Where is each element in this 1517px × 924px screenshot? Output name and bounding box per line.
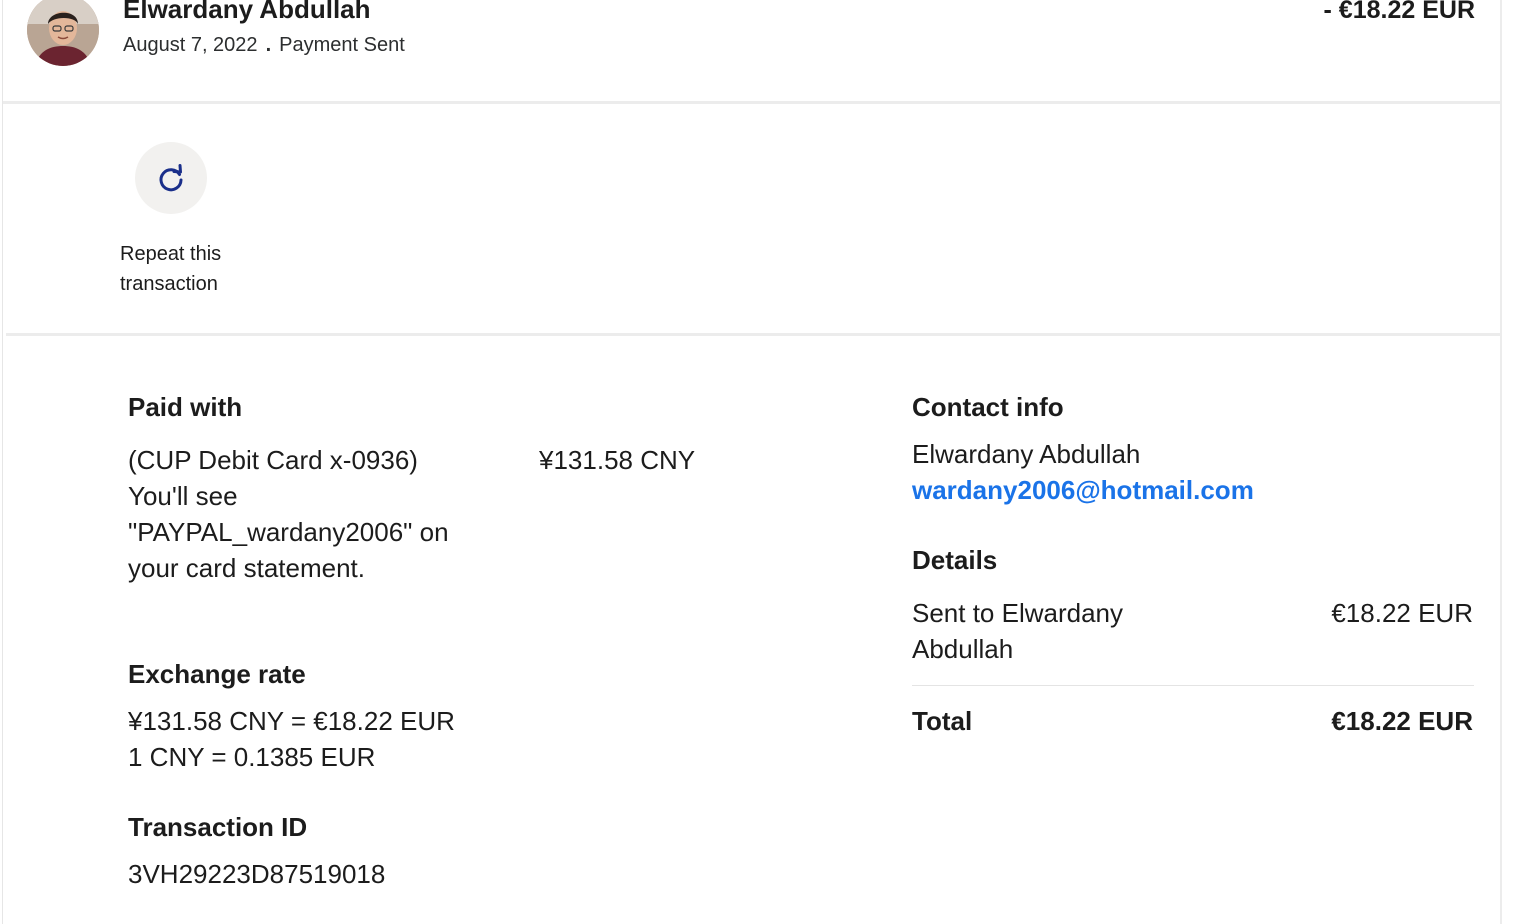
transaction-details-page: Elwardany Abdullah August 7, 2022. Paymen… (0, 0, 1517, 924)
recipient-name: Elwardany Abdullah (123, 0, 371, 24)
exchange-rate-unit: 1 CNY = 0.1385 EUR (128, 742, 376, 772)
details-heading: Details (912, 545, 998, 575)
contact-name: Elwardany Abdullah (912, 439, 1141, 469)
divider (6, 333, 1500, 336)
details-divider (912, 685, 1474, 686)
avatar-photo-icon (27, 0, 99, 66)
payment-method-amount: ¥131.58 CNY (539, 445, 696, 475)
meta-separator: . (265, 34, 272, 56)
total-amount: €18.22 EUR (1331, 706, 1473, 736)
card-border-left (2, 0, 3, 924)
payment-method-description: (CUP Debit Card x-0936) You'll see "PAYP… (128, 445, 449, 583)
transaction-id-value: 3VH29223D87519018 (128, 859, 386, 889)
transaction-meta: August 7, 2022. Payment Sent (123, 34, 405, 57)
details-sent-to-label: Sent to Elwardany Abdullah (912, 598, 1124, 664)
details-sent-to-amount: €18.22 EUR (1331, 598, 1473, 628)
exchange-rate-conversion: ¥131.58 CNY = €18.22 EUR (128, 706, 455, 736)
header-amount: - €18.22 EUR (1323, 0, 1475, 24)
page-gutter (1502, 0, 1517, 924)
transaction-date: August 7, 2022 (123, 34, 258, 56)
divider (3, 101, 1500, 104)
total-label: Total (912, 706, 973, 736)
repeat-transaction-button[interactable] (135, 142, 207, 214)
avatar (27, 0, 99, 66)
transaction-status: Payment Sent (279, 34, 405, 56)
contact-info-heading: Contact info (912, 392, 1064, 422)
refresh-icon (159, 164, 183, 192)
paid-with-heading: Paid with (128, 392, 243, 422)
transaction-id-heading: Transaction ID (128, 812, 308, 842)
repeat-transaction-label[interactable]: Repeat this transaction (120, 239, 260, 299)
exchange-rate-heading: Exchange rate (128, 659, 306, 689)
contact-email-link[interactable]: wardany2006@hotmail.com (912, 472, 1254, 508)
